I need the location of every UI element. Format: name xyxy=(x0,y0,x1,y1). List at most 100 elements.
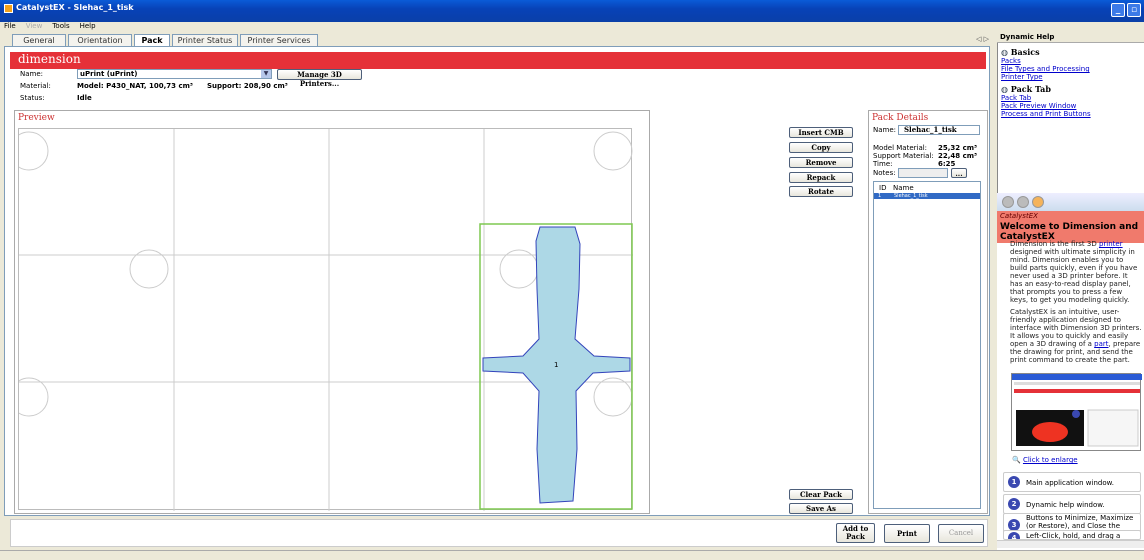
printer-select[interactable]: uPrint (uPrint) ▼ xyxy=(77,69,272,79)
help-book-icon: ◍ xyxy=(1001,47,1008,57)
menu-view[interactable]: View xyxy=(26,22,43,30)
repack-button[interactable]: Repack xyxy=(789,172,853,183)
tray-marker xyxy=(9,377,49,417)
clear-pack-button[interactable]: Clear Pack xyxy=(789,489,853,500)
menu-bar: File View Tools Help xyxy=(0,22,1144,33)
tray-marker xyxy=(593,131,633,171)
menu-file[interactable]: File xyxy=(4,22,16,30)
browser-toolbar xyxy=(997,193,1144,211)
support-material-label: Support Material: xyxy=(873,152,934,160)
step-number-4: 4 xyxy=(1008,532,1020,539)
help-link-process-print[interactable]: Process and Print Buttons xyxy=(1001,110,1091,118)
step-text-1: Main application window. xyxy=(1026,479,1114,487)
status-value: Idle xyxy=(77,94,92,102)
material-label: Material: xyxy=(20,82,51,90)
help-link-pack-preview[interactable]: Pack Preview Window xyxy=(1001,102,1091,110)
build-tray-canvas[interactable]: 1 xyxy=(9,129,633,511)
welcome-paragraph-1: Dimension is the first 3D printer design… xyxy=(1010,240,1138,304)
rotate-button[interactable]: Rotate xyxy=(789,186,853,197)
printer-select-value: uPrint (uPrint) xyxy=(80,70,138,78)
time-value: 6:25 xyxy=(938,160,956,168)
welcome-text: Dimension is the first 3D printer design… xyxy=(1010,240,1142,368)
support-material-value: Support: 208,90 cm³ xyxy=(207,82,288,90)
step-1: 1 Main application window. xyxy=(1003,472,1141,492)
welcome-title: Welcome to Dimension and CatalystEX xyxy=(1000,222,1139,242)
forward-icon[interactable] xyxy=(1017,196,1029,208)
pack-details-title: Pack Details xyxy=(872,113,929,123)
brand-bar: dimension xyxy=(10,52,986,69)
pack-tab-title: ◍ Pack Tab xyxy=(1001,84,1051,94)
part-link[interactable]: part xyxy=(1094,340,1108,348)
preview-title: Preview xyxy=(18,113,55,123)
add-to-pack-button[interactable]: Add to Pack xyxy=(836,523,875,543)
pack-parts-list[interactable] xyxy=(873,181,981,509)
help-link-file-types[interactable]: File Types and Processing xyxy=(1001,65,1090,73)
model-material-label: Model Material: xyxy=(873,144,928,152)
pack-name-field[interactable]: Slehac_1_tisk xyxy=(898,125,980,135)
magnify-icon: 🔍 xyxy=(1012,456,1021,464)
tab-general[interactable]: General xyxy=(12,34,66,46)
app-icon xyxy=(4,4,13,13)
tab-orientation[interactable]: Orientation xyxy=(68,34,132,46)
step-number-1: 1 xyxy=(1008,476,1020,488)
step-text-4: Left-Click, hold, and drag a xyxy=(1026,532,1121,540)
help-book-icon: ◍ xyxy=(1001,84,1008,94)
back-icon[interactable] xyxy=(1002,196,1014,208)
step-2: 2 Dynamic help window. xyxy=(1003,494,1141,514)
tray-marker xyxy=(129,249,169,289)
notes-browse-button[interactable]: ... xyxy=(951,168,967,178)
welcome-brand: CatalystEX xyxy=(1000,212,1038,220)
step-4: 4 Left-Click, hold, and drag a xyxy=(1003,530,1141,540)
manage-printers-button[interactable]: Manage 3D Printers... xyxy=(277,69,362,88)
tab-printer-status[interactable]: Printer Status xyxy=(172,34,238,46)
notes-field[interactable] xyxy=(898,168,948,178)
list-item[interactable]: 1 Slehac_1_tisk xyxy=(874,193,980,199)
help-link-printer-type[interactable]: Printer Type xyxy=(1001,73,1090,81)
print-button[interactable]: Print xyxy=(884,524,930,543)
minimize-button[interactable]: _ xyxy=(1111,3,1125,17)
row-id: 1 xyxy=(878,193,882,199)
copy-button[interactable]: Copy xyxy=(789,142,853,153)
col-id-header: ID xyxy=(879,184,887,192)
printer-link[interactable]: printer xyxy=(1099,240,1123,248)
tray-marker xyxy=(499,249,539,289)
dynamic-help-header: Dynamic Help xyxy=(997,33,1144,43)
basics-section: ◍ Basics Packs File Types and Processing… xyxy=(1001,47,1090,81)
window-title: CatalystEX - Slehac_1_tisk xyxy=(16,3,134,12)
col-name-header: Name xyxy=(893,184,914,192)
build-tray[interactable]: 1 xyxy=(9,128,633,511)
pack-tab-section: ◍ Pack Tab Pack Tab Pack Preview Window … xyxy=(1001,84,1091,118)
save-as-button[interactable]: Save As xyxy=(789,503,853,514)
tray-marker xyxy=(593,377,633,417)
enlarge-control[interactable]: 🔍 Click to enlarge xyxy=(1012,456,1078,464)
tab-printer-services[interactable]: Printer Services xyxy=(240,34,318,46)
printer-name-label: Name: xyxy=(20,70,44,78)
restore-button[interactable]: ▫ xyxy=(1127,3,1141,17)
screenshot-thumbnail[interactable] xyxy=(1011,373,1142,451)
pack-name-label: Name: xyxy=(873,126,897,134)
status-bar xyxy=(0,550,1144,560)
home-icon[interactable] xyxy=(1032,196,1044,208)
menu-help[interactable]: Help xyxy=(80,22,96,30)
remove-button[interactable]: Remove xyxy=(789,157,853,168)
pack-model-material-value: 25,32 cm³ xyxy=(938,144,978,152)
dimension-logo: dimension xyxy=(18,52,81,66)
thumbnail-image xyxy=(1012,374,1142,447)
basics-title: ◍ Basics xyxy=(1001,47,1040,57)
step-number-2: 2 xyxy=(1008,498,1020,510)
status-label: Status: xyxy=(20,94,45,102)
notes-label: Notes: xyxy=(873,169,896,177)
insert-cmb-button[interactable]: Insert CMB xyxy=(789,127,853,138)
tray-marker xyxy=(9,131,49,171)
chevron-down-icon[interactable]: ▼ xyxy=(261,70,271,78)
tab-scroll-arrows[interactable]: ◁ ▷ xyxy=(976,35,989,43)
help-link-packs[interactable]: Packs xyxy=(1001,57,1090,65)
title-bar: CatalystEX - Slehac_1_tisk _ ▫ xyxy=(0,0,1144,22)
help-link-pack-tab[interactable]: Pack Tab xyxy=(1001,94,1091,102)
step-text-2: Dynamic help window. xyxy=(1026,501,1105,509)
cancel-button[interactable]: Cancel xyxy=(938,524,984,543)
pack-support-material-value: 22,48 cm³ xyxy=(938,152,978,160)
menu-tools[interactable]: Tools xyxy=(52,22,69,30)
horizontal-scrollbar[interactable] xyxy=(997,540,1144,548)
welcome-paragraph-2: CatalystEX is an intuitive, user-friendl… xyxy=(1010,308,1142,364)
